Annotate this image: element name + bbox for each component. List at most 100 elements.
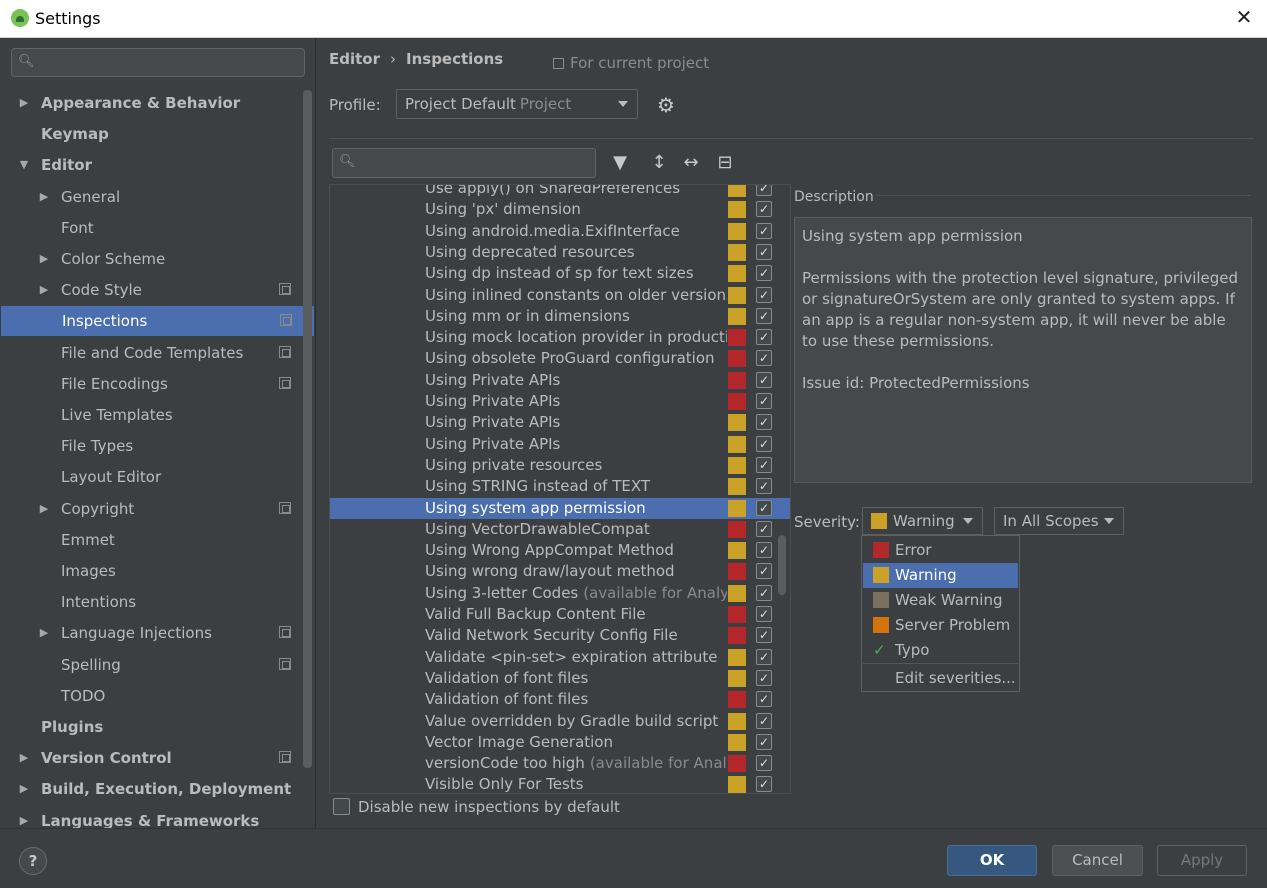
inspection-enabled-checkbox[interactable]: ✓ (756, 265, 772, 282)
inspection-enabled-checkbox[interactable]: ✓ (756, 648, 772, 665)
inspection-row[interactable]: Using Private APIs ✓ (330, 412, 790, 433)
inspection-enabled-checkbox[interactable]: ✓ (756, 329, 772, 346)
sidebar-item-language-injections[interactable]: ▶ Language Injections (0, 618, 313, 648)
inspection-enabled-checkbox[interactable]: ✓ (756, 243, 772, 260)
sidebar-item-copyright[interactable]: ▶ Copyright (0, 494, 313, 524)
sidebar-search-input[interactable]: 🔍︎ (11, 48, 305, 77)
sidebar-item-spelling[interactable]: Spelling (0, 650, 313, 680)
sidebar-item-keymap[interactable]: Keymap (0, 119, 313, 149)
list-scrollbar[interactable] (778, 535, 786, 595)
disable-new-checkbox[interactable] (333, 798, 350, 815)
inspection-enabled-checkbox[interactable]: ✓ (756, 712, 772, 729)
inspection-row[interactable]: Using Private APIs ✓ (330, 434, 790, 455)
severity-option-server-problem[interactable]: Server Problem (863, 613, 1018, 638)
sidebar-item-build-execution-deployment[interactable]: ▶ Build, Execution, Deployment (0, 774, 313, 804)
inspection-row[interactable]: Validation of font files ✓ (330, 689, 790, 710)
ok-button[interactable]: OK (947, 845, 1037, 876)
inspection-row[interactable]: Using mm or in dimensions ✓ (330, 306, 790, 327)
severity-dropdown[interactable]: Warning (862, 507, 983, 535)
sidebar-item-intentions[interactable]: Intentions (0, 587, 313, 617)
help-button[interactable]: ? (19, 847, 47, 875)
inspection-row[interactable]: Using Private APIs ✓ (330, 370, 790, 391)
profile-dropdown[interactable]: Project Default Project (396, 89, 638, 119)
scope-dropdown[interactable]: In All Scopes (994, 507, 1124, 535)
chevron-right-icon[interactable]: ▶ (17, 774, 31, 804)
inspection-row[interactable]: versionCode too high(available for Analy… (330, 753, 790, 774)
apply-button[interactable]: Apply (1157, 845, 1247, 876)
chevron-right-icon[interactable]: ▶ (37, 494, 51, 524)
inspection-row[interactable]: Using deprecated resources ✓ (330, 242, 790, 263)
inspection-row[interactable]: Using wrong draw/layout method ✓ (330, 561, 790, 582)
inspection-row[interactable]: Using Wrong AppCompat Method ✓ (330, 540, 790, 561)
inspection-row[interactable]: Using dp instead of sp for text sizes ✓ (330, 263, 790, 284)
inspection-enabled-checkbox[interactable]: ✓ (756, 222, 772, 239)
inspection-enabled-checkbox[interactable]: ✓ (756, 414, 772, 431)
sidebar-item-general[interactable]: ▶ General (0, 182, 313, 212)
severity-option-weak-warning[interactable]: Weak Warning (863, 588, 1018, 613)
inspection-row[interactable]: Value overridden by Gradle build script ✓ (330, 711, 790, 732)
chevron-right-icon[interactable]: ▶ (37, 618, 51, 648)
inspection-enabled-checkbox[interactable]: ✓ (756, 669, 772, 686)
inspection-row[interactable]: Using android.media.ExifInterface ✓ (330, 221, 790, 242)
inspection-enabled-checkbox[interactable]: ✓ (756, 371, 772, 388)
inspection-row[interactable]: Using inlined constants on older version… (330, 285, 790, 306)
sidebar-item-code-style[interactable]: ▶ Code Style (0, 275, 313, 305)
inspection-enabled-checkbox[interactable]: ✓ (756, 776, 772, 793)
inspection-enabled-checkbox[interactable]: ✓ (756, 733, 772, 750)
inspection-enabled-checkbox[interactable]: ✓ (756, 456, 772, 473)
sidebar-item-layout-editor[interactable]: Layout Editor (0, 462, 313, 492)
inspection-enabled-checkbox[interactable]: ✓ (756, 350, 772, 367)
inspection-enabled-checkbox[interactable]: ✓ (756, 691, 772, 708)
sidebar-item-file-encodings[interactable]: File Encodings (0, 369, 313, 399)
inspection-enabled-checkbox[interactable]: ✓ (756, 563, 772, 580)
cancel-button[interactable]: Cancel (1052, 845, 1143, 876)
sidebar-item-live-templates[interactable]: Live Templates (0, 400, 313, 430)
inspection-row[interactable]: Validation of font files ✓ (330, 668, 790, 689)
sidebar-item-todo[interactable]: TODO (0, 681, 313, 711)
inspection-enabled-checkbox[interactable]: ✓ (756, 627, 772, 644)
inspection-enabled-checkbox[interactable]: ✓ (756, 201, 772, 218)
sidebar-item-editor[interactable]: ▼ Editor (0, 150, 313, 180)
inspection-enabled-checkbox[interactable]: ✓ (756, 307, 772, 324)
sidebar-item-file-types[interactable]: File Types (0, 431, 313, 461)
inspection-row[interactable]: Using private resources ✓ (330, 455, 790, 476)
sidebar-item-emmet[interactable]: Emmet (0, 525, 313, 555)
inspection-row[interactable]: Valid Full Backup Content File ✓ (330, 604, 790, 625)
sidebar-item-inspections[interactable]: Inspections (1, 306, 314, 337)
sidebar-item-appearance-behavior[interactable]: ▶ Appearance & Behavior (0, 88, 313, 118)
filter-icon[interactable]: ▼ (608, 151, 632, 175)
inspection-row[interactable]: Vector Image Generation ✓ (330, 732, 790, 753)
inspection-row[interactable]: Using 3-letter Codes(available for Analy… (330, 583, 790, 604)
chevron-right-icon[interactable]: ▶ (37, 182, 51, 212)
sidebar-item-file-and-code-templates[interactable]: File and Code Templates (0, 338, 313, 368)
inspection-enabled-checkbox[interactable]: ✓ (756, 499, 772, 516)
inspection-enabled-checkbox[interactable]: ✓ (756, 584, 772, 601)
inspection-enabled-checkbox[interactable]: ✓ (756, 606, 772, 622)
sidebar-scrollbar[interactable] (303, 90, 312, 768)
inspection-enabled-checkbox[interactable]: ✓ (756, 520, 772, 537)
severity-option-typo[interactable]: ✓ Typo (863, 638, 1018, 663)
severity-option-warning[interactable]: Warning (863, 563, 1018, 588)
inspection-row[interactable]: Using mock location provider in producti… (330, 327, 790, 348)
breadcrumb-editor[interactable]: Editor (329, 50, 380, 68)
chevron-right-icon[interactable]: ▶ (37, 244, 51, 274)
chevron-down-icon[interactable]: ▼ (17, 150, 31, 180)
inspection-enabled-checkbox[interactable]: ✓ (756, 286, 772, 303)
inspection-enabled-checkbox[interactable]: ✓ (756, 393, 772, 409)
reset-icon[interactable]: ⊟ (713, 151, 737, 175)
inspection-enabled-checkbox[interactable]: ✓ (756, 435, 772, 452)
gear-icon[interactable]: ⚙ (657, 93, 681, 117)
inspection-row[interactable]: Using system app permission ✓ (330, 497, 790, 519)
chevron-right-icon[interactable]: ▶ (37, 275, 51, 305)
inspection-row[interactable]: Use apply() on SharedPreferences ✓ (330, 185, 790, 199)
edit-severities-item[interactable]: Edit severities... (863, 666, 1018, 691)
inspection-row[interactable]: Valid Network Security Config File ✓ (330, 625, 790, 646)
sidebar-item-color-scheme[interactable]: ▶ Color Scheme (0, 244, 313, 274)
inspection-row[interactable]: Using Private APIs ✓ (330, 391, 790, 412)
inspection-row[interactable]: Validate <pin-set> expiration attribute ✓ (330, 647, 790, 668)
inspection-row[interactable]: Using VectorDrawableCompat ✓ (330, 519, 790, 540)
inspection-row[interactable]: Using STRING instead of TEXT ✓ (330, 476, 790, 497)
chevron-right-icon[interactable]: ▶ (17, 743, 31, 773)
sidebar-item-font[interactable]: Font (0, 213, 313, 243)
sidebar-item-version-control[interactable]: ▶ Version Control (0, 743, 313, 773)
